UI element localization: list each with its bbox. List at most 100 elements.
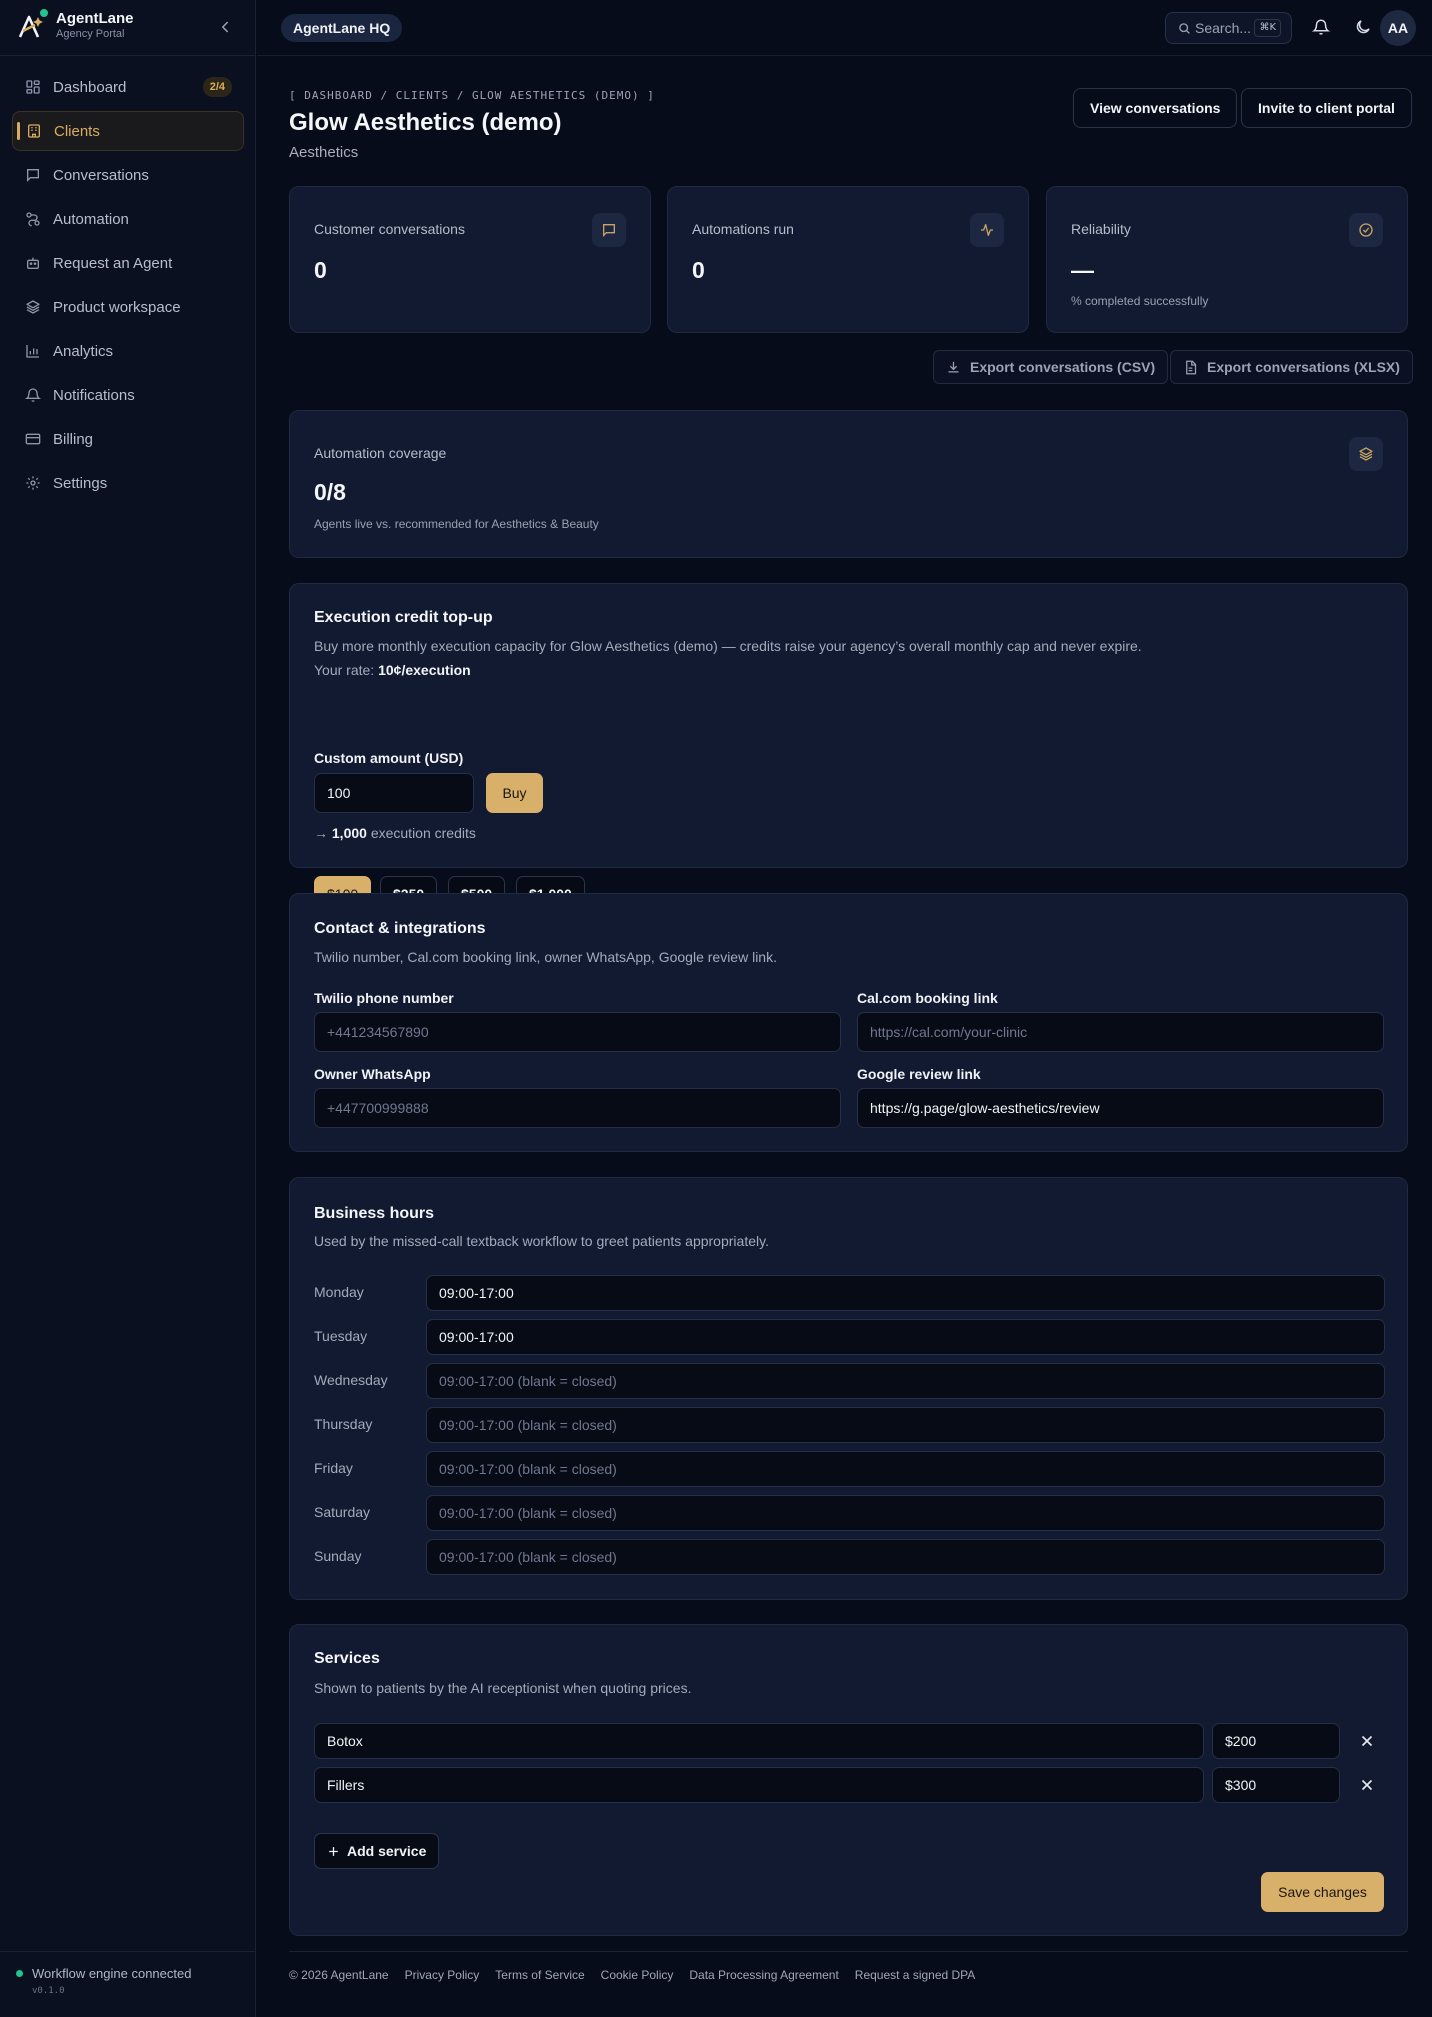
sidebar-item-label: Dashboard [53, 78, 127, 96]
topup-rate: Your rate: 10¢/execution [314, 662, 471, 678]
hours-title: Business hours [314, 1205, 435, 1222]
hours-input-tuesday[interactable] [426, 1319, 1385, 1355]
credit-card-icon [25, 431, 41, 447]
brand-name: AgentLane [56, 10, 134, 27]
sidebar-item-settings[interactable]: Settings [12, 463, 244, 503]
google-review-input[interactable] [857, 1088, 1384, 1128]
terms-link[interactable]: Terms of Service [495, 1968, 584, 1982]
stat-value: 0 [692, 257, 705, 283]
brand[interactable]: AgentLane Agency Portal [16, 8, 134, 41]
privacy-policy-link[interactable]: Privacy Policy [405, 1968, 480, 1982]
add-service-button[interactable]: Add service [314, 1833, 440, 1869]
sidebar-item-notifications[interactable]: Notifications [12, 375, 244, 415]
onboarding-progress-badge: 2/4 [202, 77, 232, 97]
sidebar-item-label: Automation [53, 210, 129, 228]
hours-input-sunday[interactable] [426, 1539, 1385, 1575]
request-dpa-link[interactable]: Request a signed DPA [855, 1968, 976, 1982]
search-placeholder: Search... [1195, 20, 1252, 36]
custom-amount-input[interactable] [314, 773, 474, 813]
copyright: © 2026 AgentLane [289, 1968, 389, 1982]
service-price-input[interactable] [1212, 1723, 1340, 1759]
check-circle-icon [1349, 213, 1383, 247]
chat-icon [592, 213, 626, 247]
buy-button[interactable]: Buy [486, 773, 543, 813]
topup-description: Buy more monthly execution capacity for … [314, 638, 1142, 654]
topup-title: Execution credit top-up [314, 609, 493, 626]
breadcrumb: [ DASHBOARD / CLIENTS / GLOW AESTHETICS … [289, 89, 655, 102]
sidebar-item-automation[interactable]: Automation [12, 199, 244, 239]
agentlane-logo-icon [16, 8, 48, 41]
export-csv-button[interactable]: Export conversations (CSV) [933, 350, 1169, 384]
google-review-label: Google review link [857, 1066, 981, 1082]
hours-input-friday[interactable] [426, 1451, 1385, 1487]
avatar[interactable]: AA [1380, 10, 1416, 46]
close-icon[interactable] [1358, 1732, 1376, 1750]
twilio-phone-input[interactable] [314, 1012, 841, 1052]
cookie-policy-link[interactable]: Cookie Policy [601, 1968, 674, 1982]
service-name-input[interactable] [314, 1767, 1204, 1803]
sidebar-divider [0, 55, 256, 56]
moon-icon[interactable] [1354, 18, 1372, 36]
sidebar-item-clients[interactable]: Clients [12, 111, 244, 151]
coverage-label: Automation coverage [314, 445, 447, 461]
cal-booking-input[interactable] [857, 1012, 1384, 1052]
sidebar-item-label: Settings [53, 474, 108, 492]
sidebar-item-billing[interactable]: Billing [12, 419, 244, 459]
topbar: AgentLane HQ Search... ⌘K AA [257, 0, 1432, 56]
chevron-left-icon[interactable] [216, 18, 234, 36]
add-service-label: Add service [347, 1843, 427, 1859]
arrow-icon: → [314, 825, 328, 841]
day-label-friday: Friday [314, 1460, 353, 1476]
day-label-thursday: Thursday [314, 1416, 373, 1432]
stat-label: Reliability [1071, 221, 1131, 237]
sidebar-item-product-workspace[interactable]: Product workspace [12, 287, 244, 327]
hours-input-wednesday[interactable] [426, 1363, 1385, 1399]
sidebar-footer-divider [0, 1951, 256, 1952]
dashboard-icon [25, 79, 41, 95]
view-conversations-button[interactable]: View conversations [1073, 88, 1238, 128]
sidebar-item-conversations[interactable]: Conversations [12, 155, 244, 195]
service-name-input[interactable] [314, 1723, 1204, 1759]
stat-card-reliability: Reliability — % completed successfully [1046, 186, 1408, 333]
footer: © 2026 AgentLane Privacy Policy Terms of… [289, 1968, 975, 1982]
hours-input-monday[interactable] [426, 1275, 1385, 1311]
activity-icon [970, 213, 1004, 247]
coverage-note: Agents live vs. recommended for Aestheti… [314, 517, 599, 531]
hours-input-saturday[interactable] [426, 1495, 1385, 1531]
dpa-link[interactable]: Data Processing Agreement [689, 1968, 838, 1982]
footer-divider [289, 1951, 1408, 1952]
bell-icon[interactable] [1312, 18, 1330, 36]
export-csv-label: Export conversations (CSV) [970, 359, 1156, 375]
coverage-value: 0/8 [314, 479, 346, 505]
cal-label: Cal.com booking link [857, 990, 998, 1006]
clients-icon [26, 123, 42, 139]
sidebar-item-label: Conversations [53, 166, 149, 184]
sidebar-item-analytics[interactable]: Analytics [12, 331, 244, 371]
owner-whatsapp-input[interactable] [314, 1088, 841, 1128]
search-shortcut: ⌘K [1254, 19, 1281, 37]
close-icon[interactable] [1358, 1776, 1376, 1794]
sidebar: AgentLane Agency Portal Dashboard 2/4 Cl… [0, 0, 256, 2017]
contact-description: Twilio number, Cal.com booking link, own… [314, 949, 777, 965]
hours-description: Used by the missed-call textback workflo… [314, 1233, 769, 1249]
export-xlsx-button[interactable]: Export conversations (XLSX) [1170, 350, 1413, 384]
contact-integrations-card: Contact & integrations Twilio number, Ca… [289, 893, 1408, 1152]
sidebar-item-request-agent[interactable]: Request an Agent [12, 243, 244, 283]
sidebar-item-label: Notifications [53, 386, 135, 404]
sidebar-item-dashboard[interactable]: Dashboard 2/4 [12, 67, 244, 107]
workspace-pill[interactable]: AgentLane HQ [281, 14, 403, 42]
sidebar-item-label: Product workspace [53, 298, 181, 316]
status-dot-icon [16, 1970, 23, 1977]
stat-card-automations: Automations run 0 [667, 186, 1029, 333]
app-version: v0.1.0 [32, 1986, 65, 1996]
search-button[interactable]: Search... ⌘K [1165, 12, 1292, 44]
save-changes-button[interactable]: Save changes [1261, 1872, 1384, 1912]
hours-input-thursday[interactable] [426, 1407, 1385, 1443]
service-price-input[interactable] [1212, 1767, 1340, 1803]
rate-prefix: Your rate: [314, 662, 375, 678]
invite-portal-button[interactable]: Invite to client portal [1241, 88, 1412, 128]
sidebar-item-label: Billing [53, 430, 94, 448]
services-title: Services [314, 1650, 380, 1667]
robot-icon [25, 255, 41, 271]
engine-status: Workflow engine connected [16, 1966, 191, 1981]
